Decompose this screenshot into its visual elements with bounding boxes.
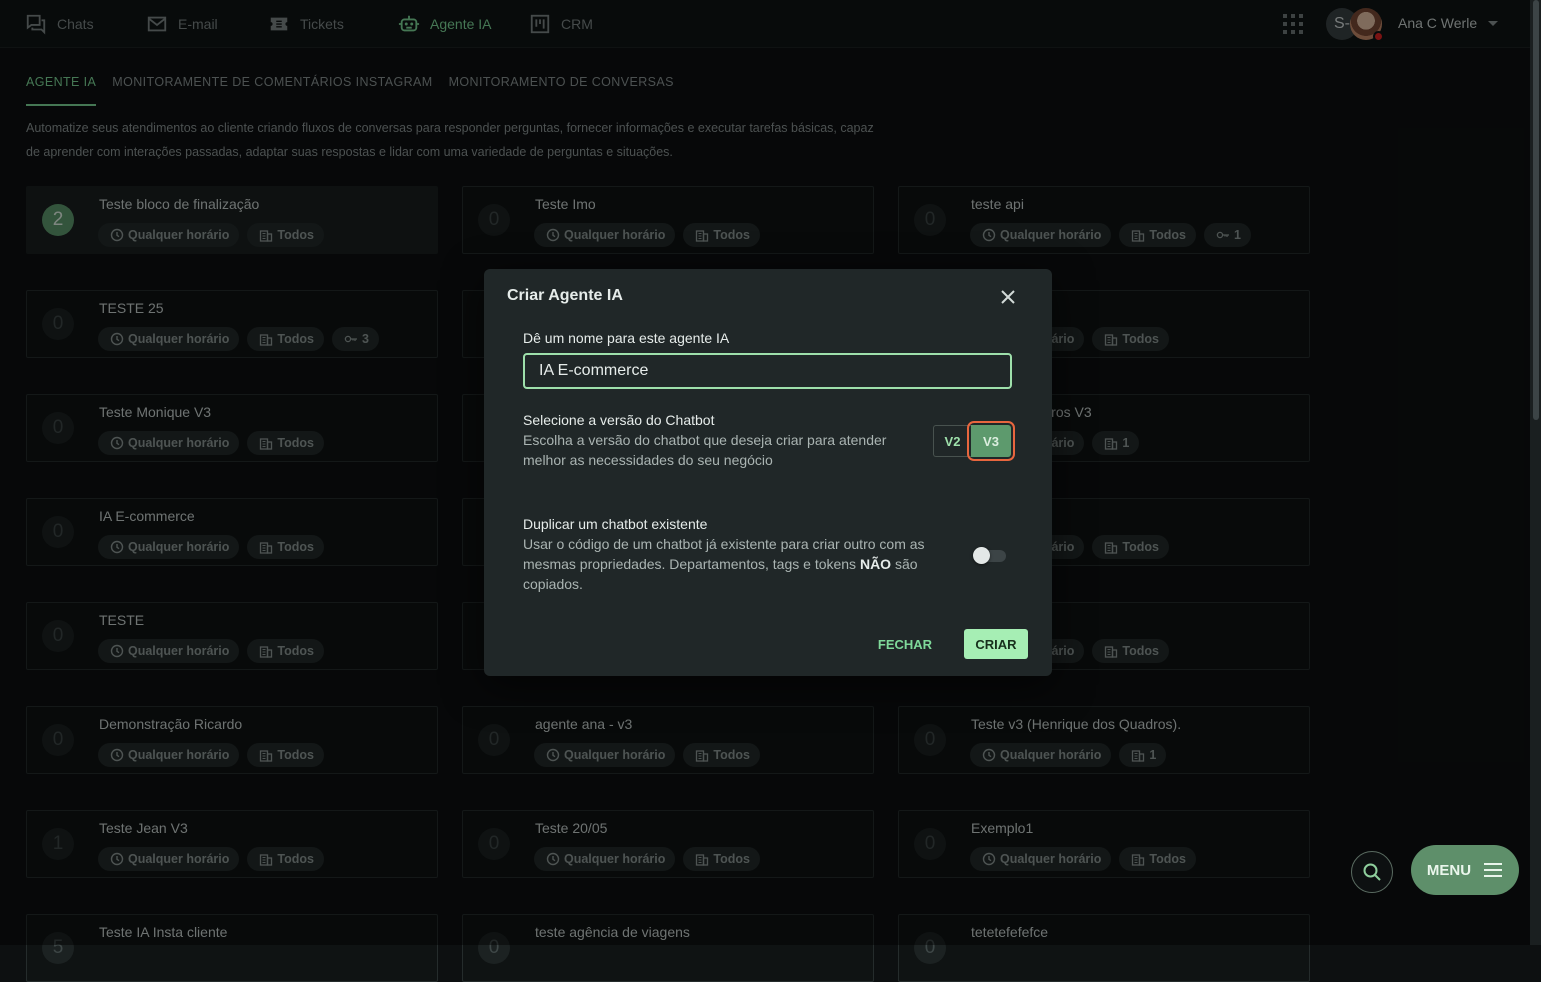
menu-label: MENU (1426, 861, 1472, 879)
create-button[interactable]: CRIAR (964, 629, 1028, 659)
version-description: Escolha a versão do chatbot que deseja c… (523, 432, 887, 468)
duplicate-toggle-knob[interactable] (973, 547, 990, 564)
duplicate-label: Duplicar um chatbot existente (523, 516, 708, 532)
duplicate-desc-bold: NÃO (859, 556, 892, 572)
agent-name-label: Dê um nome para este agente IA (523, 330, 730, 346)
version-label: Selecione a versão do Chatbot (523, 412, 715, 428)
menu-button[interactable]: MENU (1411, 845, 1519, 895)
version-v2-button[interactable]: V2 (933, 425, 971, 457)
search-button[interactable] (1351, 851, 1393, 893)
search-icon (1363, 863, 1381, 881)
duplicate-description: Usar o código de um chatbot já existente… (523, 534, 948, 594)
scrollbar-thumb[interactable] (1533, 0, 1539, 420)
selection-highlight-ring (967, 421, 1015, 461)
hamburger-icon (1484, 863, 1503, 877)
agent-name-input[interactable] (523, 353, 1012, 389)
dialog-title: Criar Agente IA (507, 287, 623, 304)
create-agent-dialog: Criar Agente IA Dê um nome para este age… (484, 269, 1052, 676)
close-icon[interactable] (998, 287, 1018, 307)
close-button[interactable]: FECHAR (868, 629, 942, 659)
